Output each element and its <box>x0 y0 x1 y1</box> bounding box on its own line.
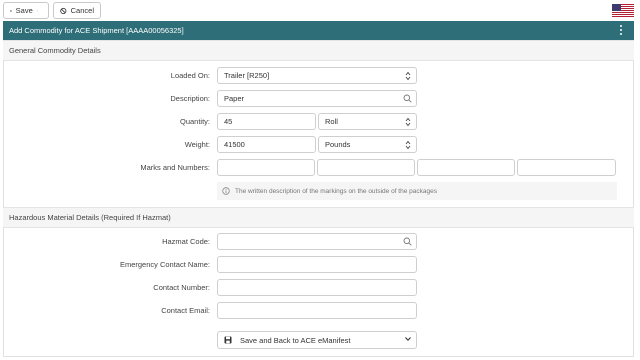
contact-email-label: Contact Email: <box>161 306 210 315</box>
hazmat-code-input[interactable] <box>217 233 417 250</box>
marks-label: Marks and Numbers: <box>140 163 210 172</box>
save-button[interactable]: Save <box>3 2 49 19</box>
cancel-button-label: Cancel <box>70 6 94 15</box>
save-and-back-label: Save and Back to ACE eManifest <box>240 335 351 345</box>
toolbar: Save Cancel <box>0 0 640 22</box>
description-value: Paper <box>224 94 245 103</box>
emergency-contact-name-label: Emergency Contact Name: <box>119 260 210 269</box>
hazmat-section-heading: Hazardous Material Details (Required If … <box>3 207 634 228</box>
chevron-down-icon <box>36 10 38 11</box>
loaded-on-label: Loaded On: <box>170 71 210 80</box>
panel-header: Add Commodity for ACE Shipment [AAAA0005… <box>3 21 634 40</box>
loaded-on-select[interactable]: Trailer [R250] <box>217 67 417 84</box>
emergency-contact-name-input[interactable] <box>217 256 417 273</box>
weight-unit-value: Pounds <box>325 140 351 149</box>
description-label: Description: <box>170 94 210 103</box>
weight-value: 41500 <box>224 140 245 149</box>
save-button-label: Save <box>15 6 33 15</box>
floppy-disk-icon <box>224 336 232 344</box>
us-flag-icon[interactable] <box>612 4 634 17</box>
description-input[interactable]: Paper <box>217 90 417 107</box>
quantity-value: 45 <box>224 117 233 126</box>
weight-unit-select[interactable]: Pounds <box>318 136 417 153</box>
hazmat-section-title: Hazardous Material Details (Required If … <box>9 213 171 222</box>
general-section-heading: General Commodity Details <box>3 40 634 61</box>
marks-input-4[interactable] <box>517 159 616 176</box>
page-title: Add Commodity for ACE Shipment [AAAA0005… <box>9 26 184 35</box>
contact-email-input[interactable] <box>217 302 417 319</box>
search-icon <box>403 237 412 246</box>
contact-number-label: Contact Number: <box>153 283 210 292</box>
loaded-on-value: Trailer [R250] <box>224 71 270 80</box>
search-icon <box>403 94 412 103</box>
sort-arrows-icon <box>405 140 411 150</box>
chevron-down-icon[interactable] <box>405 337 411 341</box>
marks-input-3[interactable] <box>417 159 515 176</box>
sort-arrows-icon <box>405 71 411 81</box>
weight-label: Weight: <box>184 140 210 149</box>
sort-arrows-icon <box>405 117 411 127</box>
cancel-button[interactable]: Cancel <box>53 2 101 19</box>
quantity-unit-select[interactable]: Roll <box>318 113 417 130</box>
quantity-label: Quantity: <box>179 117 210 126</box>
quantity-input[interactable]: 45 <box>217 113 316 130</box>
ban-icon <box>60 7 67 14</box>
marks-hint-text: The written description of the markings … <box>235 187 437 195</box>
floppy-disk-icon <box>10 9 12 12</box>
marks-input-1[interactable] <box>217 159 315 176</box>
marks-input-2[interactable] <box>317 159 415 176</box>
save-and-back-button[interactable]: Save and Back to ACE eManifest <box>217 331 417 349</box>
marks-hint: The written description of the markings … <box>217 182 617 200</box>
quantity-unit-value: Roll <box>325 117 338 126</box>
contact-number-input[interactable] <box>217 279 417 296</box>
info-circle-icon <box>222 187 230 195</box>
weight-input[interactable]: 41500 <box>217 136 316 153</box>
hazmat-code-label: Hazmat Code: <box>162 237 210 246</box>
kebab-menu-icon[interactable] <box>620 25 622 35</box>
general-section-title: General Commodity Details <box>9 46 101 55</box>
